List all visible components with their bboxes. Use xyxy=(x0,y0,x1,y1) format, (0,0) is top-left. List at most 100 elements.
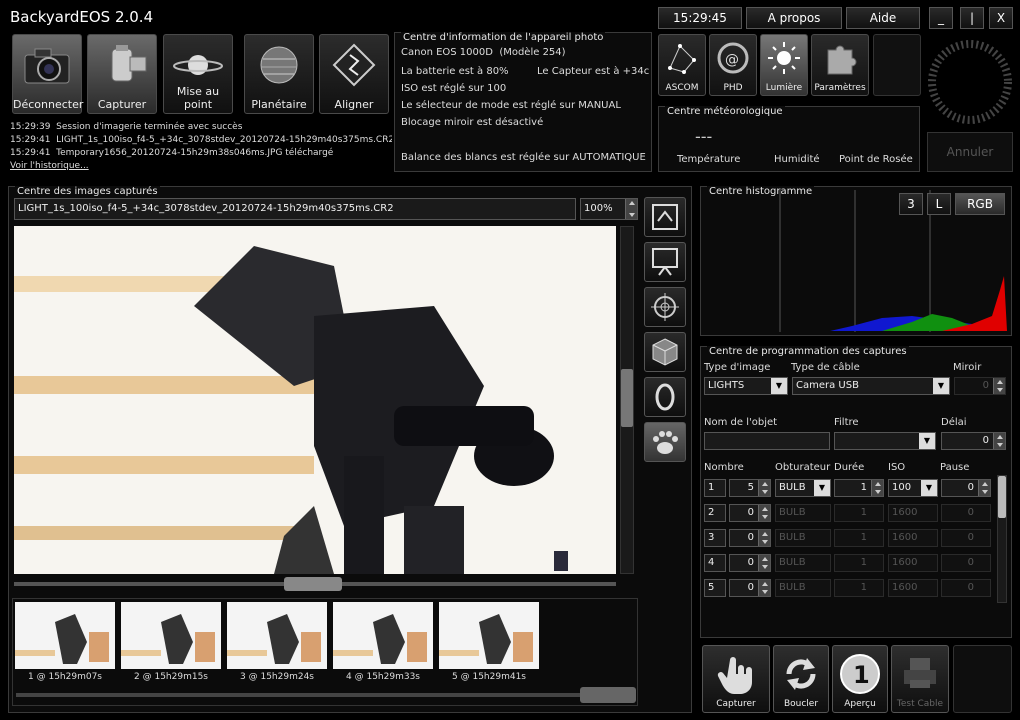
test-cable-button-label: Test Cable xyxy=(896,699,944,709)
count-stepper[interactable]: 5 xyxy=(729,479,771,497)
count-stepper[interactable]: 0 xyxy=(729,554,771,572)
object-name-input[interactable] xyxy=(704,432,830,450)
scrollbar-thumb[interactable] xyxy=(284,577,342,591)
humidity-label: Humidité xyxy=(774,154,820,165)
shutter-select[interactable]: BULB ▼ xyxy=(775,479,831,497)
loop-button[interactable]: Boucler xyxy=(773,645,829,713)
pause-stepper: 0 xyxy=(941,529,991,547)
zero-button[interactable] xyxy=(644,377,686,417)
delay-stepper[interactable]: 0 xyxy=(941,432,1006,450)
captured-image xyxy=(14,226,616,574)
thumbnail-image[interactable] xyxy=(227,602,327,669)
light-button[interactable]: Lumière xyxy=(760,34,808,96)
thumbnail-image[interactable] xyxy=(439,602,539,669)
shutter-select: BULB xyxy=(775,579,831,597)
delay-label: Délai xyxy=(941,417,967,428)
phd-button[interactable]: @ PHD xyxy=(709,34,757,96)
duration-stepper[interactable]: 1 xyxy=(834,479,884,497)
thumbnail-label: 3 @ 15h29m24s xyxy=(240,672,314,682)
capture-mode-label: Capturer xyxy=(97,98,147,111)
phd-label: PHD xyxy=(723,83,743,93)
chevron-down-icon: ▼ xyxy=(921,480,937,496)
pause-stepper[interactable]: 0 xyxy=(941,479,991,497)
image-horizontal-scrollbar[interactable] xyxy=(14,577,616,591)
thumbnail-image[interactable] xyxy=(15,602,115,669)
plan-scrollbar[interactable] xyxy=(997,475,1007,603)
zoom-value: 100% xyxy=(584,203,613,214)
test-cable-button[interactable]: Test Cable xyxy=(891,645,949,713)
filename-field[interactable]: LIGHT_1s_100iso_f4-5_+34c_3078stdev_2012… xyxy=(14,198,576,220)
duration-stepper: 1 xyxy=(834,554,884,572)
dew-point-label: Point de Rosée xyxy=(839,154,913,165)
minimize-button[interactable]: _ xyxy=(929,7,953,29)
shutter-select: BULB xyxy=(775,529,831,547)
thumbnail-picture xyxy=(15,614,109,664)
clock-display: 15:29:45 xyxy=(658,7,742,29)
count-stepper[interactable]: 0 xyxy=(729,529,771,547)
app-title: BackyardEOS 2.0.4 xyxy=(10,8,154,26)
settings-button[interactable]: Paramètres xyxy=(811,34,869,96)
cancel-button[interactable]: Annuler xyxy=(927,132,1013,172)
svg-text:@: @ xyxy=(725,52,739,68)
temperature-value: --- xyxy=(695,127,713,146)
jupiter-icon xyxy=(260,46,298,84)
grid-cube-button[interactable] xyxy=(644,332,686,372)
scrollbar-thumb[interactable] xyxy=(998,476,1006,518)
image-vertical-scrollbar[interactable] xyxy=(620,226,634,574)
count-stepper[interactable]: 0 xyxy=(729,579,771,597)
histogram-l-button[interactable]: L xyxy=(927,193,951,215)
capture-mode-button[interactable]: Capturer xyxy=(87,34,157,114)
focus-mode-button[interactable]: Mise au point xyxy=(163,34,233,114)
maximize-button[interactable]: | xyxy=(960,7,984,29)
settings-label: Paramètres xyxy=(814,83,866,93)
focus-mode-label: Mise au point xyxy=(176,85,220,111)
mode-dial-status: Le sélecteur de mode est réglé sur MANUA… xyxy=(401,100,621,111)
iso-header: ISO xyxy=(888,462,906,473)
iso-select[interactable]: 100 ▼ xyxy=(888,479,938,497)
duration-stepper: 1 xyxy=(834,504,884,522)
capture-button[interactable]: Capturer xyxy=(702,645,770,713)
history-link[interactable]: Voir l'historique... xyxy=(10,161,89,171)
count-header: Nombre xyxy=(704,462,744,473)
preview-button[interactable]: 1 Aperçu xyxy=(832,645,888,713)
iso-select: 1600 xyxy=(888,554,938,572)
constellation-icon xyxy=(668,44,696,74)
histogram-3-button[interactable]: 3 xyxy=(899,193,923,215)
zoom-stepper[interactable]: 100% xyxy=(580,198,638,220)
pause-header: Pause xyxy=(940,462,970,473)
crosshair-button[interactable] xyxy=(644,287,686,327)
count-stepper[interactable]: 0 xyxy=(729,504,771,522)
paw-button[interactable] xyxy=(644,422,686,462)
collapse-button[interactable] xyxy=(644,197,686,237)
thumbnail-image[interactable] xyxy=(333,602,433,669)
cable-type-select[interactable]: Camera USB ▼ xyxy=(792,377,950,395)
filter-select[interactable]: ▼ xyxy=(834,432,936,450)
help-button[interactable]: Aide xyxy=(846,7,920,29)
planetary-mode-button[interactable]: Planétaire xyxy=(244,34,314,114)
disconnect-button[interactable]: Déconnecter xyxy=(12,34,83,114)
shutter-select: BULB xyxy=(775,504,831,522)
hand-pointer-icon xyxy=(717,657,752,694)
row-number: 3 xyxy=(704,529,726,547)
camera-info-title: Centre d'information de l'appareil photo xyxy=(401,32,606,43)
thumbnail-image[interactable] xyxy=(121,602,221,669)
duration-stepper: 1 xyxy=(834,579,884,597)
iso-status: ISO est réglé sur 100 xyxy=(401,83,507,94)
presentation-button[interactable] xyxy=(644,242,686,282)
ascom-button[interactable]: ASCOM xyxy=(658,34,706,96)
filter-label: Filtre xyxy=(834,417,859,428)
ascom-label: ASCOM xyxy=(665,83,699,93)
empty-action-slot xyxy=(953,645,1012,713)
scrollbar-thumb[interactable] xyxy=(580,687,636,703)
about-button[interactable]: A propos xyxy=(746,7,842,29)
log-line: 15:29:39 Session d'imagerie terminée ave… xyxy=(10,122,243,132)
sensor-temp: Le Capteur est à +34c xyxy=(537,66,650,77)
histogram-rgb-button[interactable]: RGB xyxy=(955,193,1005,215)
loop-button-label: Boucler xyxy=(783,699,819,709)
align-mode-button[interactable]: Aligner xyxy=(319,34,389,114)
mirror-stepper[interactable]: 0 xyxy=(954,377,1006,395)
thumbnail-scrollbar[interactable] xyxy=(16,687,636,703)
close-button[interactable]: X xyxy=(989,7,1013,29)
scrollbar-thumb[interactable] xyxy=(621,369,633,427)
image-type-select[interactable]: LIGHTS ▼ xyxy=(704,377,788,395)
